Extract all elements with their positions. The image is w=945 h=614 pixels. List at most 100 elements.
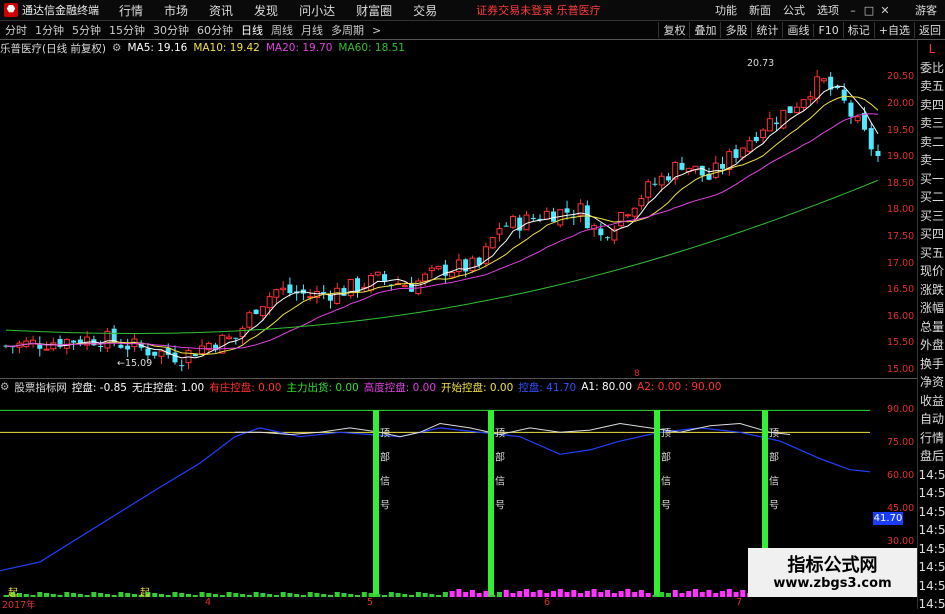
menu-new-page[interactable]: 新面 bbox=[749, 2, 771, 18]
period-daily[interactable]: 日线 bbox=[241, 22, 263, 38]
start-mark: 起 bbox=[140, 587, 150, 597]
login-notice[interactable]: 证券交易未登录 乐普医疗 bbox=[476, 2, 601, 18]
minimize-icon[interactable]: – bbox=[845, 4, 861, 17]
candle bbox=[611, 225, 618, 245]
side-panel-item[interactable]: 买三 bbox=[918, 207, 945, 226]
side-panel-item[interactable]: 卖三 bbox=[918, 114, 945, 133]
adjust-button[interactable]: 复权 bbox=[658, 22, 689, 38]
side-panel-item[interactable]: 14:5 bbox=[918, 503, 945, 522]
candle bbox=[638, 194, 645, 210]
indicator-tick-label: 75.00 bbox=[887, 437, 915, 449]
menu-trade[interactable]: 交易 bbox=[413, 2, 437, 19]
kaishi-label: 开始控盘: 0.00 bbox=[441, 381, 514, 394]
ma10-line bbox=[5, 95, 879, 356]
side-panel-item[interactable]: 14:5 bbox=[918, 595, 945, 614]
back-button[interactable]: 返回 bbox=[914, 22, 945, 38]
side-panel-item[interactable]: 14:5 bbox=[918, 466, 945, 485]
close-icon[interactable]: ✕ bbox=[877, 4, 893, 17]
candlestick-chart[interactable]: 20.73 ←15.09 8 bbox=[0, 56, 887, 378]
side-panel-item[interactable]: 卖二 bbox=[918, 133, 945, 152]
menu-market-quotes[interactable]: 行情 bbox=[119, 2, 143, 19]
side-panel-item[interactable]: 卖四 bbox=[918, 96, 945, 115]
candle bbox=[672, 160, 679, 185]
volume-bar bbox=[605, 590, 611, 597]
period-5min[interactable]: 5分钟 bbox=[72, 22, 101, 38]
more-periods-icon[interactable]: > bbox=[372, 24, 381, 37]
candle bbox=[787, 106, 793, 114]
side-panel-item[interactable]: 行情 bbox=[918, 429, 945, 448]
period-1min[interactable]: 1分钟 bbox=[35, 22, 64, 38]
candle bbox=[557, 209, 564, 228]
candle bbox=[239, 325, 246, 345]
settings-icon[interactable]: ⚙ bbox=[112, 42, 121, 54]
side-panel-item[interactable]: 净资 bbox=[918, 373, 945, 392]
side-panel-item[interactable]: 卖五 bbox=[918, 77, 945, 96]
side-panel-item[interactable]: 总量 bbox=[918, 318, 945, 337]
side-panel-item[interactable]: 涨幅 bbox=[918, 299, 945, 318]
volume-bar bbox=[523, 589, 529, 597]
period-monthly[interactable]: 月线 bbox=[301, 22, 323, 38]
candle bbox=[523, 210, 530, 231]
f10-button[interactable]: F10 bbox=[813, 23, 842, 37]
candle bbox=[645, 178, 652, 204]
side-panel-item[interactable]: 卖一 bbox=[918, 151, 945, 170]
side-panel-item[interactable]: 委比 bbox=[918, 59, 945, 78]
candle bbox=[199, 339, 206, 355]
side-panel-item[interactable]: 盘后 bbox=[918, 447, 945, 466]
menu-market[interactable]: 市场 bbox=[164, 2, 188, 19]
volume-bar bbox=[591, 589, 597, 597]
period-15min[interactable]: 15分钟 bbox=[109, 22, 145, 38]
side-panel-item[interactable]: 买四 bbox=[918, 225, 945, 244]
menu-ask[interactable]: 问小达 bbox=[299, 2, 335, 19]
mark-button[interactable]: 标记 bbox=[842, 22, 874, 38]
period-60min[interactable]: 60分钟 bbox=[197, 22, 233, 38]
add-watchlist-button[interactable]: +自选 bbox=[873, 22, 914, 38]
side-panel-item[interactable]: 14:5 bbox=[918, 540, 945, 559]
side-panel-item[interactable]: L bbox=[918, 40, 945, 59]
indicator-name: 股票指标网 bbox=[14, 381, 67, 394]
menu-wealth[interactable]: 财富圈 bbox=[356, 2, 392, 19]
side-panel-item[interactable]: 外盘 bbox=[918, 336, 945, 355]
period-intraday[interactable]: 分时 bbox=[5, 22, 27, 38]
candle bbox=[652, 177, 658, 187]
period-30min[interactable]: 30分钟 bbox=[153, 22, 189, 38]
side-panel-item[interactable]: 收益 bbox=[918, 392, 945, 411]
side-panel-item[interactable]: 自动 bbox=[918, 410, 945, 429]
stats-button[interactable]: 统计 bbox=[751, 22, 782, 38]
candle bbox=[226, 333, 233, 340]
side-panel-item[interactable]: 涨跌 bbox=[918, 281, 945, 300]
price-tick-label: 18.00 bbox=[887, 204, 915, 216]
side-panel-item[interactable]: 14:5 bbox=[918, 521, 945, 540]
side-panel-item[interactable]: 14:5 bbox=[918, 558, 945, 577]
maximize-icon[interactable]: □ bbox=[861, 4, 877, 17]
side-panel-item[interactable]: 换手 bbox=[918, 355, 945, 374]
menu-formula[interactable]: 公式 bbox=[783, 2, 805, 18]
period-weekly[interactable]: 周线 bbox=[271, 22, 293, 38]
indicator-settings-icon[interactable]: ⚙ bbox=[0, 381, 9, 393]
candle bbox=[605, 236, 611, 241]
ma10-label: MA10: 19.42 bbox=[193, 42, 260, 54]
overlay-button[interactable]: 叠加 bbox=[689, 22, 720, 38]
candle bbox=[577, 199, 584, 223]
kongpan-label: 控盘: -0.85 bbox=[71, 381, 127, 394]
menu-discover[interactable]: 发现 bbox=[254, 2, 278, 19]
title-bar: ⬣ 通达信金融终端 行情 市场 资讯 发现 问小达 财富圈 交易 证券交易未登录… bbox=[0, 0, 945, 21]
side-panel-item[interactable]: 14:5 bbox=[918, 484, 945, 503]
side-panel-item[interactable]: 买二 bbox=[918, 188, 945, 207]
candle bbox=[63, 338, 70, 355]
candle bbox=[104, 327, 111, 352]
signal-char: 部 bbox=[495, 451, 505, 464]
multi-stock-button[interactable]: 多股 bbox=[720, 22, 751, 38]
menu-function[interactable]: 功能 bbox=[715, 2, 737, 18]
candle bbox=[712, 155, 719, 180]
side-panel-item[interactable]: 现价 bbox=[918, 262, 945, 281]
draw-button[interactable]: 画线 bbox=[782, 22, 813, 38]
quote-side-panel: L 委比 卖五 卖四 卖三 卖二 卖一 买一 买二 买三 买四 买五 现价 涨跌 涨幅 总量 外盘 换手 净资 收益自… bbox=[917, 40, 945, 611]
side-panel-item[interactable]: 买一 bbox=[918, 170, 945, 189]
period-multi[interactable]: 多周期 bbox=[331, 22, 364, 38]
side-panel-item[interactable]: 14:5 bbox=[918, 577, 945, 596]
menu-options[interactable]: 选项 bbox=[817, 2, 839, 18]
side-panel-item[interactable]: 买五 bbox=[918, 244, 945, 263]
menu-news[interactable]: 资讯 bbox=[209, 2, 233, 19]
guest-label[interactable]: 游客 bbox=[915, 2, 937, 18]
